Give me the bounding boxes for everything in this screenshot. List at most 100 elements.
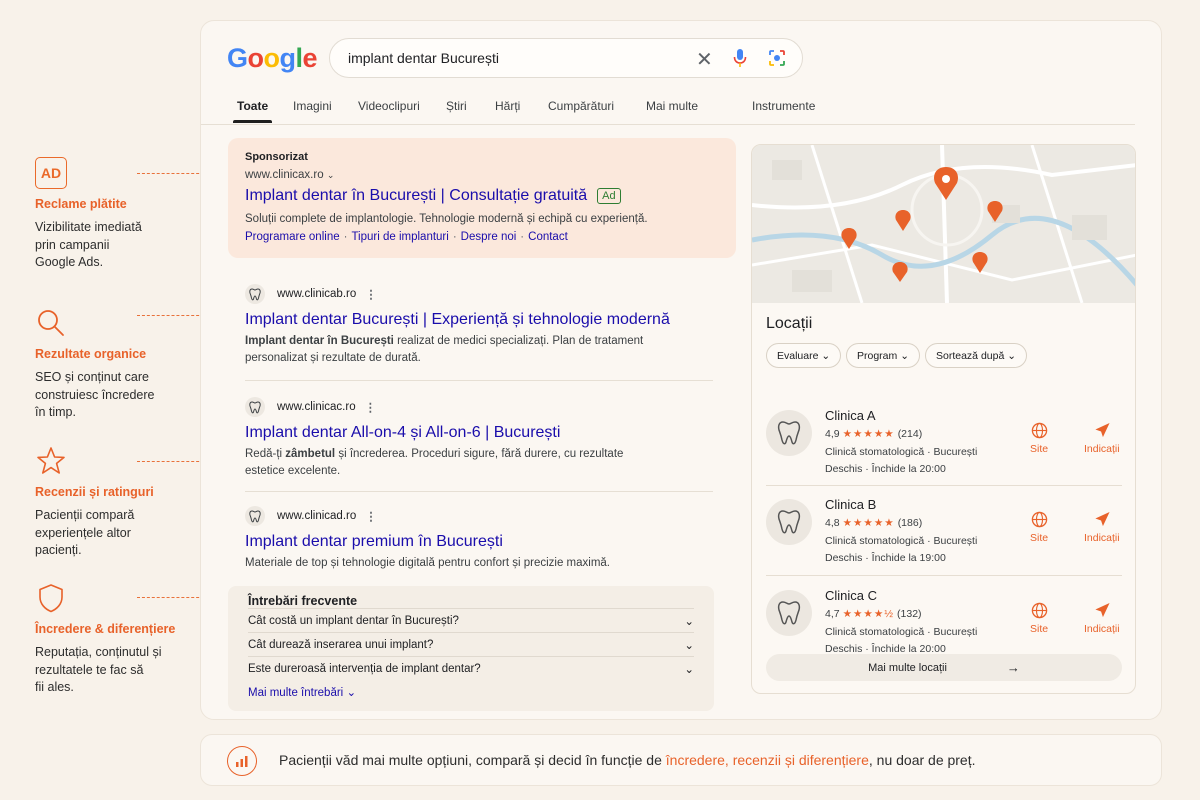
google-logo[interactable]: Google — [227, 43, 318, 74]
annotation-title: Recenzii și ratinguri — [35, 485, 154, 499]
globe-icon — [1031, 511, 1047, 528]
bottom-message: Pacienții văd mai multe opțiuni, compară… — [200, 734, 1162, 786]
filter-rating[interactable]: Evaluare ⌄ — [766, 343, 842, 368]
annotation-title: Rezultate organice — [35, 347, 147, 361]
website-button[interactable]: Site — [1030, 422, 1048, 455]
website-button[interactable]: Site — [1030, 511, 1048, 544]
faq-title: Întrebări frecvente — [248, 594, 358, 608]
tooth-icon — [245, 284, 265, 304]
faq-box: Întrebări frecvente Cât costă un implant… — [228, 586, 714, 711]
clinic-listing[interactable]: Clinica A 4,9 ★★★★★ (214) Clinică stomatol… — [766, 408, 1122, 488]
clinic-type: Clinică stomatologică · București — [825, 446, 978, 458]
filter-hours[interactable]: Program ⌄ — [846, 343, 920, 368]
clinic-name[interactable]: Clinica B — [825, 497, 876, 512]
directions-icon — [1095, 511, 1110, 527]
sitelink[interactable]: Tipuri de implanturi — [351, 231, 448, 243]
clinic-hours: Deschis · Închide la 19:00 — [825, 552, 946, 564]
tooth-icon — [245, 397, 265, 417]
result-url[interactable]: www.clinicad.ro — [277, 510, 356, 522]
result-url[interactable]: www.clinicac.ro — [277, 401, 356, 413]
clinic-hours: Deschis · Închide la 20:00 — [825, 463, 946, 475]
connector-line — [137, 311, 212, 319]
lens-icon[interactable] — [768, 49, 786, 72]
chevron-down-icon: ⌄ — [346, 687, 357, 699]
chevron-down-icon[interactable]: ⌄ — [684, 662, 694, 676]
sitelinks: Programare online · Tipuri de implanturi · D… — [245, 231, 568, 243]
tooth-icon — [245, 506, 265, 526]
rating-stars: ★★★★½ — [842, 608, 895, 620]
search-input[interactable]: implant dentar București — [348, 50, 499, 66]
annotation-title: Încredere & diferențiere — [35, 622, 176, 636]
directions-icon — [1095, 602, 1110, 618]
tab-images[interactable]: Imagini — [293, 99, 332, 113]
result-title[interactable]: Implant dentar București | Experiență și… — [245, 311, 715, 329]
more-locations-button[interactable]: Mai multe locații → — [766, 654, 1122, 681]
chevron-down-icon: ⌄ — [900, 349, 909, 362]
tooth-icon — [766, 410, 812, 456]
sitelink[interactable]: Despre noi — [461, 231, 517, 243]
tab-all[interactable]: Toate — [232, 99, 273, 123]
sponsored-result: Sponsorizat www.clinicax.ro ⌄ Implant de… — [228, 138, 736, 258]
directions-button[interactable]: Indicații — [1084, 602, 1120, 635]
chevron-down-icon: ⌄ — [821, 349, 831, 362]
clinic-name[interactable]: Clinica A — [825, 408, 876, 423]
clinic-name[interactable]: Clinica C — [825, 588, 877, 603]
directions-button[interactable]: Indicații — [1084, 422, 1120, 455]
more-options-icon[interactable]: ⋮ — [365, 509, 377, 523]
annotation-desc: SEO și conținut care construiesc încreder… — [35, 370, 155, 419]
annotation-reviews: Recenzii și ratinguri Pacienții compară e… — [35, 445, 185, 560]
clear-icon[interactable]: ✕ — [696, 47, 713, 72]
result-snippet: Materiale de top și tehnologie digitală … — [245, 557, 610, 569]
clinic-listing[interactable]: Clinica B 4,8 ★★★★★ (186) Clinică stomatol… — [766, 497, 1122, 577]
faq-item[interactable]: Este dureroasă intervenția de implant de… — [248, 656, 694, 680]
local-pack-panel: Locații Evaluare ⌄ Program ⌄ Sortează du… — [751, 144, 1136, 694]
more-options-icon[interactable]: ⋮ — [365, 287, 377, 301]
sitelink[interactable]: Contact — [528, 231, 568, 243]
search-tabs: Toate Imagini Videoclipuri Știri Hărți C… — [201, 95, 1135, 125]
tab-news[interactable]: Știri — [446, 99, 467, 113]
chevron-down-icon[interactable]: ⌄ — [684, 638, 694, 652]
tooth-icon — [766, 499, 812, 545]
search-box[interactable]: implant dentar București ✕ — [329, 38, 803, 78]
search-icon — [35, 307, 67, 339]
globe-icon — [1031, 422, 1047, 439]
faq-item[interactable]: Cât costă un implant dentar în București… — [248, 608, 694, 632]
tab-shopping[interactable]: Cumpărături — [548, 99, 614, 113]
map[interactable] — [752, 145, 1136, 303]
tab-maps[interactable]: Hărți — [495, 99, 520, 113]
annotation-desc: Pacienții compară experiențele altor pacie… — [35, 508, 135, 557]
rating-stars: ★★★★★ — [842, 517, 895, 529]
tab-videos[interactable]: Videoclipuri — [358, 99, 420, 113]
result-url[interactable]: www.clinicax.ro ⌄ — [245, 169, 719, 181]
tab-more[interactable]: Mai multe — [646, 99, 698, 113]
shield-icon — [35, 582, 67, 614]
organic-result: www.clinicab.ro ⋮ Implant dentar Bucureșt… — [245, 283, 715, 367]
result-title[interactable]: Implant dentar All-on-4 și All-on-6 | Bu… — [245, 424, 715, 442]
tab-tools[interactable]: Instrumente — [752, 99, 815, 113]
annotation-title: Reclame plătite — [35, 197, 127, 211]
filter-sort[interactable]: Sortează după ⌄ — [925, 343, 1028, 368]
result-title[interactable]: Implant dentar premium în București — [245, 533, 715, 551]
annotation-organic: Rezultate organice SEO și conținut care c… — [35, 307, 185, 422]
more-options-icon[interactable]: ⋮ — [365, 400, 377, 414]
clinic-rating: 4,9 ★★★★★ (214) — [825, 428, 923, 440]
divider — [766, 575, 1122, 576]
website-button[interactable]: Site — [1030, 602, 1048, 635]
star-icon — [35, 445, 67, 477]
chevron-down-icon[interactable]: ⌄ — [684, 614, 694, 628]
result-title[interactable]: Implant dentar în București | Consultați… — [245, 187, 719, 205]
directions-button[interactable]: Indicații — [1084, 511, 1120, 544]
mic-icon[interactable] — [733, 48, 747, 73]
directions-icon — [1095, 422, 1110, 438]
divider — [766, 485, 1122, 486]
faq-more-link[interactable]: Mai multe întrebări ⌄ — [248, 685, 694, 699]
result-url[interactable]: www.clinicab.ro — [277, 288, 356, 300]
sitelink[interactable]: Programare online — [245, 231, 340, 243]
faq-item[interactable]: Cât durează inserarea unui implant? ⌄ — [248, 632, 694, 656]
chevron-down-icon[interactable]: ⌄ — [327, 170, 335, 180]
bottom-text: Pacienții văd mai multe opțiuni, compară… — [279, 752, 976, 768]
divider — [245, 380, 713, 381]
annotation-desc: Reputația, conținutul și rezultatele te f… — [35, 645, 162, 694]
result-snippet: Implant dentar în București realizat de … — [245, 335, 644, 364]
organic-result: www.clinicac.ro ⋮ Implant dentar All-on-4… — [245, 396, 715, 480]
